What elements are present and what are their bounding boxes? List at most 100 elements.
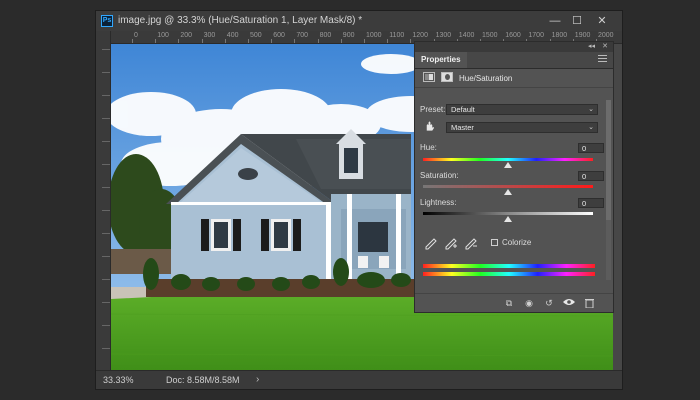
lightness-value-field[interactable]: 0	[578, 198, 604, 208]
chevron-down-icon: ⌄	[588, 106, 594, 113]
ruler-tick-label: 1700	[528, 32, 544, 39]
minimize-button[interactable]: —	[546, 13, 564, 29]
ruler-tick-mark	[102, 141, 110, 142]
eyedropper-icon[interactable]	[425, 238, 437, 250]
hue-saturation-icon[interactable]	[423, 72, 435, 82]
ruler-tick-label: 500	[250, 32, 262, 39]
panel-menu-icon[interactable]	[598, 55, 607, 64]
view-previous-state-icon[interactable]: ◉	[523, 298, 535, 308]
clip-to-layer-icon[interactable]: ⧉	[503, 298, 515, 308]
ruler-tick-mark	[102, 210, 110, 211]
targeted-adjustment-hand-icon[interactable]	[424, 120, 435, 132]
ruler-tick-mark	[248, 39, 249, 43]
ruler-tick-label: 1900	[574, 32, 591, 39]
maximize-button[interactable]: ☐	[568, 13, 586, 29]
ruler-tick-mark	[178, 39, 180, 43]
ruler-tick-label: 1400	[458, 32, 475, 39]
ruler-tick-mark	[102, 302, 110, 303]
ruler-tick-label: 100	[157, 32, 169, 39]
ruler-tick-mark	[102, 49, 110, 50]
zoom-level[interactable]: 33.33%	[103, 375, 134, 385]
ruler-tick-label: 1300	[435, 32, 452, 39]
adjustment-header: Hue/Saturation	[415, 69, 613, 88]
document-window: Ps image.jpg @ 33.3% (Hue/Saturation 1, …	[95, 10, 623, 390]
hue-slider[interactable]	[423, 158, 593, 168]
tab-properties[interactable]: Properties	[415, 52, 467, 68]
status-bar: 33.33% Doc: 8.58M/8.58M ›	[96, 370, 622, 389]
ruler-tick-mark	[102, 279, 110, 280]
ruler-tick-label: 1600	[505, 32, 521, 39]
collapse-panel-icon[interactable]: ◂◂	[588, 42, 595, 50]
ruler-tick-label: 1000	[366, 32, 382, 39]
eye-icon[interactable]	[563, 298, 575, 308]
ruler-tick-mark	[317, 39, 319, 43]
hue-slider-thumb[interactable]	[504, 162, 512, 168]
channel-value: Master	[451, 123, 474, 132]
ruler-tick-mark	[132, 39, 133, 43]
ruler-tick-label: 1200	[412, 32, 428, 39]
ruler-tick-mark	[364, 39, 365, 43]
saturation-slider[interactable]	[423, 185, 593, 195]
saturation-value-field[interactable]: 0	[578, 171, 604, 181]
document-size: Doc: 8.58M/8.58M	[166, 375, 240, 385]
colorize-label: Colorize	[502, 238, 532, 247]
close-panel-icon[interactable]: ✕	[602, 42, 608, 50]
ruler-tick-label: 2000	[598, 32, 614, 39]
preset-select[interactable]: Default ⌄	[446, 104, 598, 115]
ruler-tick-label: 400	[226, 32, 239, 39]
ruler-tick-mark	[102, 348, 110, 349]
ruler-tick-label: 200	[180, 32, 193, 39]
scrollbar-thumb[interactable]	[606, 100, 611, 220]
layer-mask-icon[interactable]	[441, 72, 453, 82]
trash-icon[interactable]	[583, 298, 595, 309]
ruler-tick-mark	[294, 39, 296, 43]
ruler-tick-mark	[340, 39, 342, 43]
ruler-tick-label: 300	[203, 32, 216, 39]
lightness-slider-thumb[interactable]	[504, 216, 512, 222]
lightness-slider[interactable]	[423, 212, 593, 222]
ruler-tick-label: 1800	[551, 32, 568, 39]
ruler-tick-mark	[201, 39, 203, 43]
ruler-tick-label: 0	[134, 32, 138, 39]
ruler-tick-mark	[410, 39, 412, 43]
hue-label: Hue:	[420, 143, 437, 152]
saturation-slider-thumb[interactable]	[504, 189, 512, 195]
panel-tab-row: Properties	[415, 52, 613, 69]
reset-icon[interactable]: ↺	[543, 298, 555, 308]
ruler-tick-mark	[102, 233, 110, 234]
panel-header-strip[interactable]: ◂◂ ✕	[415, 42, 613, 52]
ruler-tick-label: 800	[319, 32, 332, 39]
status-menu-arrow-icon[interactable]: ›	[256, 374, 259, 385]
ruler-tick-label: 1100	[389, 32, 405, 39]
saturation-label: Saturation:	[420, 171, 459, 180]
ruler-tick-mark	[102, 256, 110, 257]
output-color-bar	[423, 272, 595, 276]
chevron-down-icon: ⌄	[588, 124, 594, 131]
ruler-tick-label: 600	[273, 32, 285, 39]
vertical-ruler	[96, 31, 111, 371]
eyedropper-add-icon[interactable]	[445, 238, 457, 250]
ruler-tick-label: 700	[296, 32, 309, 39]
ruler-tick-mark	[387, 39, 389, 43]
ruler-tick-mark	[102, 325, 110, 326]
ruler-tick-label: 900	[342, 32, 355, 39]
title-bar[interactable]: Ps image.jpg @ 33.3% (Hue/Saturation 1, …	[96, 11, 622, 31]
properties-panel: ◂◂ ✕ Properties Hue/Saturation Preset: D…	[414, 41, 614, 313]
panel-footer: ⧉ ◉ ↺	[415, 293, 613, 312]
panel-scrollbar[interactable]	[606, 100, 611, 280]
colorize-checkbox[interactable]	[491, 239, 498, 246]
channel-select[interactable]: Master ⌄	[446, 122, 598, 133]
ruler-tick-label: 1500	[482, 32, 498, 39]
eyedropper-subtract-icon[interactable]	[465, 238, 477, 250]
input-color-bar	[423, 264, 595, 268]
ruler-tick-mark	[102, 95, 110, 96]
ruler-tick-mark	[102, 72, 110, 73]
adjustment-title: Hue/Saturation	[459, 74, 513, 83]
lightness-label: Lightness:	[420, 198, 457, 207]
ruler-tick-mark	[102, 164, 110, 165]
ruler-tick-mark	[155, 39, 157, 43]
close-button[interactable]: ✕	[593, 13, 611, 29]
hue-value-field[interactable]: 0	[578, 143, 604, 153]
photoshop-logo-icon: Ps	[101, 15, 113, 27]
ruler-tick-mark	[102, 187, 110, 188]
